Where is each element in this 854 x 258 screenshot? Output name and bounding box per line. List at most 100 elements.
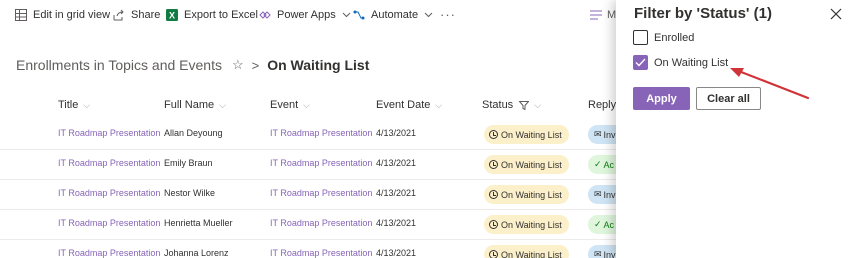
excel-icon: X (166, 9, 178, 21)
export-excel-button[interactable]: X Export to Excel (166, 9, 258, 21)
apply-button[interactable]: Apply (633, 87, 690, 110)
table-row[interactable]: IT Roadmap Presentation Allan Deyoung IT… (0, 120, 640, 150)
svg-text:X: X (169, 11, 175, 21)
filter-icon (519, 100, 530, 110)
reply-badge-label: Inv (603, 189, 616, 200)
event-link[interactable]: IT Roadmap Presentation (270, 218, 372, 228)
share-button[interactable]: Share (113, 9, 160, 21)
automate-label: Automate (371, 9, 419, 21)
chevron-down-icon: ⌵ (219, 99, 226, 110)
full-name-cell: Johanna Lorenz (164, 248, 229, 258)
event-date-cell: 4/13/2021 (376, 218, 417, 228)
chevron-down-icon: ⌵ (435, 99, 443, 110)
event-date-cell: 4/13/2021 (376, 158, 417, 168)
automate-button[interactable]: Automate (353, 9, 433, 21)
column-header-label: Event Date (376, 99, 431, 111)
share-icon (113, 9, 124, 21)
filter-option-on-waiting-list[interactable]: On Waiting List (633, 55, 728, 70)
close-icon[interactable] (828, 6, 844, 22)
column-header-full-name[interactable]: Full Name ⌵ (164, 99, 226, 111)
event-date-cell: 4/13/2021 (376, 128, 417, 138)
column-header-label: Event (270, 99, 299, 111)
full-name-cell: Henrietta Mueller (164, 218, 233, 228)
checkmark-icon (635, 58, 646, 67)
filter-option-enrolled[interactable]: Enrolled (633, 30, 694, 45)
chevron-down-icon: ⌵ (83, 99, 91, 110)
table-row[interactable]: IT Roadmap Presentation Henrietta Muelle… (0, 210, 640, 240)
column-header-event-date[interactable]: Event Date ⌵ (376, 99, 442, 111)
clock-icon (489, 250, 498, 258)
edit-grid-label: Edit in grid view (33, 9, 111, 21)
column-header-status[interactable]: Status ⌵ (482, 99, 541, 111)
reply-badge-label: Inv (603, 129, 616, 140)
power-apps-label: Power Apps (277, 9, 336, 21)
table-row[interactable]: IT Roadmap Presentation Johanna Lorenz I… (0, 240, 640, 258)
table-row[interactable]: IT Roadmap Presentation Emily Braun IT R… (0, 150, 640, 180)
annotation-arrow (730, 68, 810, 100)
event-link[interactable]: IT Roadmap Presentation (270, 128, 372, 138)
status-badge: On Waiting List (484, 185, 569, 204)
status-badge: On Waiting List (484, 125, 569, 144)
event-date-cell: 4/13/2021 (376, 188, 417, 198)
full-name-cell: Allan Deyoung (164, 128, 223, 138)
status-badge: On Waiting List (484, 155, 569, 174)
column-header-label: Full Name (164, 99, 215, 111)
breadcrumb-separator: > (251, 57, 260, 73)
status-badge-label: On Waiting List (501, 159, 562, 170)
reply-badge-label: Inv (603, 249, 616, 258)
export-excel-label: Export to Excel (184, 9, 258, 21)
column-header-title[interactable]: Title ⌵ (58, 99, 90, 111)
event-link[interactable]: IT Roadmap Presentation (270, 188, 372, 198)
event-link[interactable]: IT Roadmap Presentation (270, 248, 372, 258)
list-header-row: Title ⌵ Full Name ⌵ Event ⌵ Event Date ⌵ Sta… (0, 92, 640, 120)
title-link[interactable]: IT Roadmap Presentation (58, 188, 160, 198)
clock-icon (489, 220, 498, 229)
chevron-down-icon: ⌵ (534, 99, 542, 110)
mail-icon: ✉ (594, 129, 602, 139)
table-row[interactable]: IT Roadmap Presentation Nestor Wilke IT … (0, 180, 640, 210)
clock-icon (489, 130, 498, 139)
column-header-label: Status (482, 99, 514, 111)
chevron-down-icon (342, 12, 351, 18)
more-options-button[interactable]: ··· (440, 7, 456, 22)
page-title: On Waiting List (267, 57, 370, 73)
breadcrumb: Enrollments in Topics and Events ☆ > On … (16, 57, 369, 73)
chevron-down-icon: ⌵ (303, 99, 310, 110)
share-label: Share (131, 9, 161, 21)
view-options-button[interactable]: M (590, 9, 616, 21)
power-apps-icon (259, 11, 271, 19)
clock-icon (489, 160, 498, 169)
status-badge-label: On Waiting List (501, 219, 562, 230)
command-bar: Edit in grid view Share X Export to Exce… (0, 0, 640, 32)
favorite-star-icon[interactable]: ☆ (232, 57, 244, 73)
mail-icon: ✉ (594, 189, 602, 199)
status-badge-label: On Waiting List (501, 249, 562, 258)
status-badge-label: On Waiting List (501, 189, 562, 200)
column-header-event[interactable]: Event ⌵ (270, 99, 310, 111)
filter-panel: Filter by 'Status' (1) Enrolled On Waiti… (616, 0, 854, 258)
chevron-down-icon (424, 12, 433, 18)
event-link[interactable]: IT Roadmap Presentation (270, 158, 372, 168)
enrolled-checkbox[interactable] (633, 30, 648, 45)
column-header-reply[interactable]: Reply (588, 99, 616, 111)
reply-badge-label: Ac (603, 219, 615, 230)
column-header-label: Title (58, 99, 79, 111)
column-header-label: Reply (588, 99, 617, 111)
clock-icon (489, 190, 498, 199)
filter-option-label: On Waiting List (654, 56, 729, 69)
on-waiting-list-checkbox[interactable] (633, 55, 648, 70)
title-link[interactable]: IT Roadmap Presentation (58, 218, 160, 228)
checkmark-icon: ✓ (594, 219, 602, 229)
title-link[interactable]: IT Roadmap Presentation (58, 248, 160, 258)
list-view-icon (590, 10, 602, 20)
full-name-cell: Nestor Wilke (164, 188, 216, 198)
reply-badge-label: Ac (603, 159, 615, 170)
title-link[interactable]: IT Roadmap Presentation (58, 158, 160, 168)
breadcrumb-parent-link[interactable]: Enrollments in Topics and Events (16, 57, 222, 73)
edit-grid-button[interactable]: Edit in grid view (15, 9, 110, 21)
filter-panel-title: Filter by 'Status' (1) (634, 5, 772, 22)
view-options-label: M (607, 9, 617, 21)
title-link[interactable]: IT Roadmap Presentation (58, 128, 160, 138)
power-apps-button[interactable]: Power Apps (259, 9, 351, 21)
full-name-cell: Emily Braun (164, 158, 213, 168)
